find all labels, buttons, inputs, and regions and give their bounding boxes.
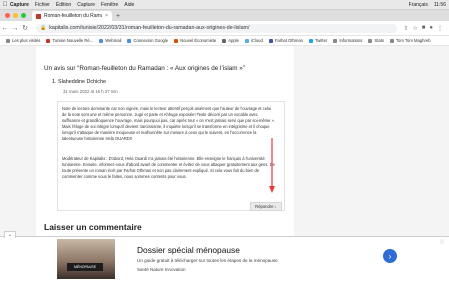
toolbar-icons: ⇧ ☆ ■ ● ⋮: [403, 25, 443, 32]
close-tab-icon[interactable]: ×: [105, 13, 108, 19]
bookmark-favicon-icon: [222, 38, 227, 43]
bookmark-item[interactable]: Les plus visités: [6, 38, 40, 43]
close-window-button[interactable]: [5, 13, 10, 18]
menu-fichier[interactable]: Fichier: [35, 2, 50, 8]
bookmark-item[interactable]: Tom Tom Maghreb: [389, 38, 431, 43]
browser-toolbar: ← → ↻ 🔒 kapitalis.com/tunisie/2022/03/31…: [0, 21, 449, 36]
ad-description[interactable]: Un guide gratuit à télécharger sur toute…: [137, 258, 278, 263]
tab-strip: Roman-feuilleton du Ramadan - « × +: [0, 10, 449, 21]
bookmark-favicon-icon: [389, 38, 394, 43]
bookmark-favicon-icon: [99, 38, 104, 43]
bookmark-label: Tunisie Nouvelle Ré...: [52, 38, 94, 43]
bookmark-item[interactable]: Informations: [333, 38, 362, 43]
moderator-reply: Modérateur de Kapitalis : D'abord, Hela …: [62, 156, 275, 179]
bookmark-favicon-icon: [368, 38, 373, 43]
bookmark-item[interactable]: Nouvel Économiste: [174, 38, 216, 43]
ad-image-label: MÉNOPAUSE: [67, 263, 103, 271]
bookmark-label: Les plus visités: [12, 38, 41, 43]
new-tab-button[interactable]: +: [116, 12, 120, 21]
bookmark-favicon-icon: [268, 38, 273, 43]
menu-capture[interactable]: Capture: [10, 2, 29, 8]
minimize-window-button[interactable]: [13, 13, 18, 18]
tab-active[interactable]: Roman-feuilleton du Ramadan - « ×: [32, 11, 112, 21]
red-arrow-annotation-icon: [269, 138, 275, 193]
comment-author[interactable]: 1. Slaheddine Dchiche: [52, 79, 106, 85]
menu-edition[interactable]: Édition: [56, 2, 71, 8]
bookmark-favicon-icon: [6, 38, 10, 43]
bookmark-label: Apple: [228, 38, 239, 43]
menu-bar:  Capture Fichier Édition Capture Fenêtr…: [0, 0, 449, 10]
status-area: Français 11:56: [409, 0, 446, 9]
ad-banner[interactable]: ⌄ MÉNOPAUSE Dossier spécial ménopause Un…: [0, 231, 449, 282]
window-controls: [5, 13, 26, 18]
bookmarks-bar: Les plus visités Tunisie Nouvelle Ré... We…: [0, 36, 449, 46]
comment-paragraph: Note de lecture dominante car non signée…: [62, 106, 275, 141]
profile-icon[interactable]: ●: [429, 25, 433, 32]
share-icon[interactable]: ⇧: [403, 25, 408, 32]
bookmark-favicon-icon: [127, 38, 132, 43]
reload-icon[interactable]: ↻: [20, 24, 30, 32]
bookmark-label: Stats: [374, 38, 384, 43]
bookmark-label: iCloud: [250, 38, 263, 43]
ad-source[interactable]: Santé Nature Innovation: [137, 267, 186, 272]
url-text: kapitalis.com/tunisie/2022/03/31/roman-f…: [49, 25, 250, 31]
comment-date[interactable]: 31 mars 2022 at 16 h 37 min: [63, 89, 118, 94]
lock-icon[interactable]: 🔒: [40, 25, 46, 31]
bookmark-label: Nouvel Économiste: [180, 38, 217, 43]
bookmark-item[interactable]: Stats: [368, 38, 384, 43]
address-bar[interactable]: 🔒 kapitalis.com/tunisie/2022/03/31/roman…: [36, 23, 398, 33]
tab-title: Roman-feuilleton du Ramadan - «: [44, 13, 102, 19]
clock[interactable]: 11:56: [434, 2, 446, 8]
bookmark-label: Farhat Othman: [274, 38, 303, 43]
extensions-icon[interactable]: ■: [422, 25, 426, 32]
bookmark-label: Webmail: [105, 38, 122, 43]
bookmark-favicon-icon: [46, 38, 51, 43]
chevron-down-icon[interactable]: ⌄: [4, 231, 16, 238]
reply-button[interactable]: Répondre ↓: [250, 202, 282, 211]
bookmark-item[interactable]: Connexion Google: [127, 38, 168, 43]
bookmark-item[interactable]: Farhat Othman: [268, 38, 303, 43]
bookmark-item[interactable]: Twitter: [308, 38, 328, 43]
back-icon[interactable]: ←: [0, 25, 10, 32]
bookmark-favicon-icon: [174, 38, 179, 43]
leave-comment-heading: Laisser un commentaire: [44, 222, 142, 232]
bookmark-label: Twitter: [314, 38, 328, 43]
zoom-window-button[interactable]: [21, 13, 26, 18]
site-favicon-icon: [36, 13, 41, 19]
bookmark-item[interactable]: Apple: [222, 38, 239, 43]
apple-icon[interactable]: : [0, 2, 10, 8]
bookmark-label: Informations: [339, 38, 363, 43]
info-icon[interactable]: ⓘ: [440, 239, 444, 245]
menu-kebab-icon[interactable]: ⋮: [437, 25, 443, 32]
ad-image[interactable]: MÉNOPAUSE: [57, 239, 115, 279]
bookmark-favicon-icon: [333, 38, 338, 43]
menu-aide[interactable]: Aide: [124, 2, 134, 8]
menu-capture-2[interactable]: Capture: [77, 2, 95, 8]
bookmark-favicon-icon: [244, 38, 249, 43]
bookmark-label: Connexion Google: [133, 38, 169, 43]
comments-heading: Un avis sur “Roman-feuilleton du Ramadan…: [44, 65, 245, 72]
forward-icon[interactable]: →: [10, 25, 20, 32]
bookmark-item[interactable]: Tunisie Nouvelle Ré...: [46, 38, 93, 43]
ad-title[interactable]: Dossier spécial ménopause: [137, 245, 240, 255]
bookmark-star-icon[interactable]: ☆: [412, 25, 417, 32]
bookmark-label: Tom Tom Maghreb: [395, 38, 431, 43]
bookmark-item[interactable]: iCloud: [244, 38, 263, 43]
bookmark-favicon-icon: [308, 38, 313, 43]
menu-fenetre[interactable]: Fenêtre: [101, 2, 118, 8]
language-indicator[interactable]: Français: [409, 2, 428, 8]
arrow-right-icon[interactable]: ›: [383, 249, 397, 263]
bookmark-item[interactable]: Webmail: [99, 38, 121, 43]
